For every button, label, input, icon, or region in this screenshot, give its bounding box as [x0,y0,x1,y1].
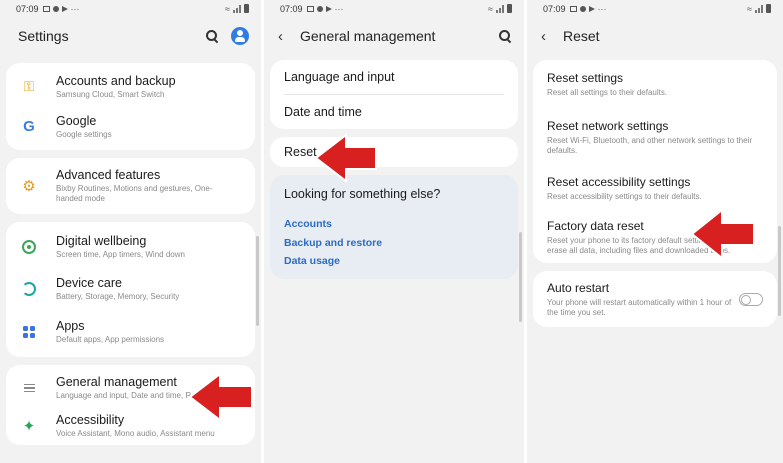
gallery-notification-icon [306,5,314,12]
status-time: 07:09 [16,3,39,14]
menu-item-date-time[interactable]: Date and time [270,95,518,129]
battery-icon [507,4,512,13]
wellbeing-card: Digital wellbeing Screen time, App timer… [6,222,255,357]
wifi-icon: ≈ [488,3,493,14]
management-card: General management Language and input, D… [6,365,255,445]
wifi-icon: ≈ [747,3,752,14]
general-management-card: Language and input Date and time [270,60,518,129]
device-care-icon [20,280,38,298]
status-bar: 07:09 ··· ≈ [264,0,524,17]
auto-restart-toggle[interactable] [739,292,763,306]
status-time: 07:09 [280,3,303,14]
more-notifications-icon: ··· [70,3,80,14]
app-bar: ‹ General management [264,17,524,55]
menu-item-language-input[interactable]: Language and input [270,60,518,94]
signal-icon [496,4,504,13]
advanced-card: ⚙ Advanced features Bixby Routines, Moti… [6,158,255,214]
scrollbar[interactable] [256,236,259,326]
advanced-features-icon: ⚙ [22,178,36,195]
status-time: 07:09 [543,3,566,14]
settings-screen: 07:09 ··· ≈ Settings ⚿ Accounts and back… [0,0,261,463]
back-arrow-icon[interactable]: ‹ [278,28,288,45]
search-icon[interactable] [498,29,512,43]
general-management-icon [20,379,38,397]
more-notifications-icon: ··· [334,3,344,14]
app-bar: Settings [0,17,261,55]
play-notification-icon [61,5,68,12]
settings-item-accounts-backup[interactable]: ⚿ Accounts and backup Samsung Cloud, Sma… [6,74,255,100]
auto-restart-card: Auto restart Your phone will restart aut… [533,271,777,327]
play-notification-icon [588,5,595,12]
gallery-notification-icon [569,5,577,12]
apps-icon [20,323,38,341]
scrollbar[interactable] [519,232,522,322]
battery-icon [766,4,771,13]
scrollbar[interactable] [778,226,781,316]
status-bar: 07:09 ··· ≈ [527,0,783,17]
wifi-icon: ≈ [225,3,230,14]
auto-restart-item[interactable]: Auto restart Your phone will restart aut… [533,271,777,327]
reset-screen: 07:09 ··· ≈ ‹ Reset Reset settings Reset… [527,0,783,463]
shield-notification-icon [316,5,323,12]
reset-card: Reset [270,137,518,167]
app-bar: ‹ Reset [527,17,783,55]
factory-data-reset-item[interactable]: Factory data reset Reset your phone to i… [533,211,777,263]
reset-options-card: Reset settings Reset all settings to the… [533,60,777,263]
google-icon: G [23,118,35,135]
signal-icon [233,4,241,13]
settings-item-device-care[interactable]: Device care Battery, Storage, Memory, Se… [6,276,255,302]
reset-network-settings-item[interactable]: Reset network settings Reset Wi-Fi, Blue… [533,108,777,166]
link-accounts[interactable]: Accounts [284,215,504,234]
suggestions-title: Looking for something else? [284,187,441,201]
accessibility-icon: ✦ [22,418,36,435]
battery-icon [244,4,249,13]
signal-icon [755,4,763,13]
page-title: General management [300,28,436,44]
back-arrow-icon[interactable]: ‹ [541,28,551,45]
page-title: Reset [563,28,600,44]
reset-accessibility-settings-item[interactable]: Reset accessibility settings Reset acces… [533,166,777,211]
settings-item-google[interactable]: G Google Google settings [6,114,255,140]
digital-wellbeing-icon [20,238,38,256]
shield-notification-icon [579,5,586,12]
status-bar: 07:09 ··· ≈ [0,0,261,17]
general-management-screen: 07:09 ··· ≈ ‹ General management Languag… [264,0,524,463]
menu-item-reset[interactable]: Reset [270,137,518,167]
key-icon: ⚿ [23,78,35,94]
more-notifications-icon: ··· [597,3,607,14]
settings-item-apps[interactable]: Apps Default apps, App permissions [6,319,255,345]
link-backup-restore[interactable]: Backup and restore [284,234,504,253]
settings-item-accessibility[interactable]: ✦ Accessibility Voice Assistant, Mono au… [6,413,255,439]
reset-settings-item[interactable]: Reset settings Reset all settings to the… [533,60,777,108]
suggestions-card: Looking for something else? Accounts Bac… [270,175,518,279]
search-icon[interactable] [205,29,219,43]
page-title: Settings [18,28,69,44]
profile-avatar-icon[interactable] [231,27,249,45]
shield-notification-icon [52,5,59,12]
settings-item-general-management[interactable]: General management Language and input, D… [6,375,255,401]
settings-item-advanced-features[interactable]: ⚙ Advanced features Bixby Routines, Moti… [6,158,255,214]
link-data-usage[interactable]: Data usage [284,252,504,271]
play-notification-icon [325,5,332,12]
settings-item-digital-wellbeing[interactable]: Digital wellbeing Screen time, App timer… [6,234,255,260]
accounts-card: ⚿ Accounts and backup Samsung Cloud, Sma… [6,63,255,150]
gallery-notification-icon [42,5,50,12]
